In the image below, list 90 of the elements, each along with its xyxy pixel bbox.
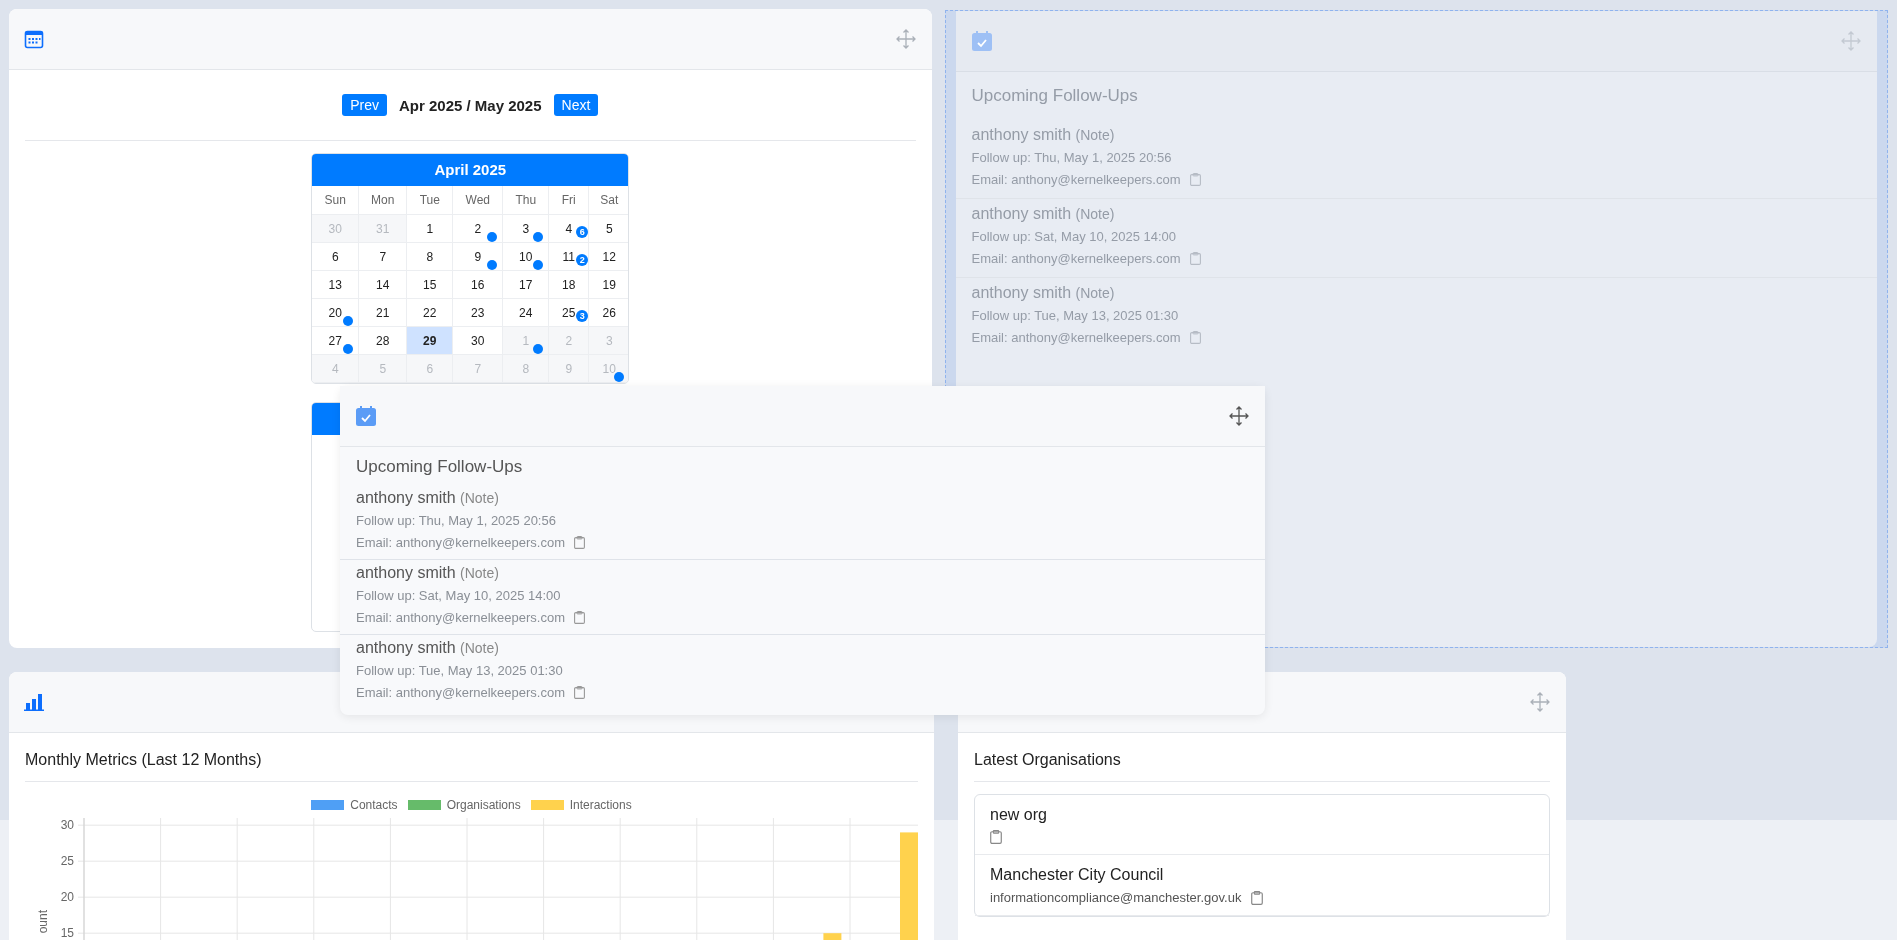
weekday-header: Tue xyxy=(407,186,454,215)
calendar-day[interactable]: 4 6 xyxy=(549,215,590,243)
email-text: Email: anthony@kernelkeepers.com xyxy=(356,685,565,700)
organisation-name[interactable]: Manchester City Council xyxy=(990,866,1534,884)
event-dot xyxy=(487,232,498,242)
event-dot xyxy=(533,232,544,242)
calendar-day[interactable]: 12 xyxy=(589,243,629,271)
calendar-day[interactable]: 6 xyxy=(312,243,360,271)
calendar-range-title: Apr 2025 / May 2025 xyxy=(398,96,542,114)
calendar-day[interactable]: 1 xyxy=(407,215,454,243)
calendar-day[interactable]: 14 xyxy=(359,271,408,299)
clipboard-icon[interactable] xyxy=(1189,331,1201,344)
clipboard-icon[interactable] xyxy=(1189,173,1201,186)
follow-up-date: Follow up: Tue, May 13, 2025 01:30 xyxy=(971,308,1180,323)
event-dot xyxy=(533,260,544,270)
event-dot xyxy=(614,372,625,382)
section-title: Latest Organisations xyxy=(974,750,1122,770)
legend-label: Contacts xyxy=(350,798,398,812)
email-text: informationcompliance@manchester.gov.uk xyxy=(990,890,1242,905)
follow-up-date: Follow up: Tue, May 13, 2025 01:30 xyxy=(356,663,564,678)
weekday-header: Wed xyxy=(453,186,504,215)
contact-name: anthony smith (Note) xyxy=(356,639,500,657)
calendar-check-icon xyxy=(355,405,377,427)
follow-up-date: Follow up: Sat, May 10, 2025 14:00 xyxy=(971,229,1177,244)
calendar-day[interactable]: 18 xyxy=(549,271,590,299)
calendar-day[interactable]: 19 xyxy=(589,271,629,299)
calendar-day[interactable]: 7 xyxy=(359,243,408,271)
event-count-badge: 2 xyxy=(576,254,589,266)
axis-tick-label: 15 xyxy=(60,926,74,940)
section-title: Upcoming Follow-Ups xyxy=(970,85,1139,107)
calendar-day[interactable]: 13 xyxy=(312,271,360,299)
contact-name: anthony smith (Note) xyxy=(971,284,1116,302)
month-title: April 2025 xyxy=(312,154,629,186)
contact-name: anthony smith (Note) xyxy=(971,205,1116,223)
axis-title: ount xyxy=(36,910,50,934)
clipboard-icon[interactable] xyxy=(574,611,585,624)
event-dot xyxy=(533,344,544,354)
calendar-day[interactable]: 9 xyxy=(453,243,504,271)
event-count-badge: 6 xyxy=(576,226,589,238)
follow-up-date: Follow up: Thu, May 1, 2025 20:56 xyxy=(971,150,1173,165)
axis-tick-label: 20 xyxy=(60,890,74,905)
clipboard-icon[interactable] xyxy=(574,536,585,549)
email-text: Email: anthony@kernelkeepers.com xyxy=(971,330,1181,345)
weekday-header: Fri xyxy=(549,186,590,215)
section-title: Upcoming Follow-Ups xyxy=(355,456,524,478)
clipboard-icon[interactable] xyxy=(574,686,585,699)
axis-tick-label: 30 xyxy=(60,818,74,833)
calendar-day[interactable]: 16 xyxy=(453,271,504,299)
weekday-header: Thu xyxy=(503,186,550,215)
legend-label: Interactions xyxy=(569,798,632,812)
clipboard-icon[interactable] xyxy=(1189,252,1201,265)
calendar-day[interactable]: 5 xyxy=(589,215,629,243)
calendar-day[interactable]: 29 xyxy=(407,327,454,355)
follow-up-date: Follow up: Sat, May 10, 2025 14:00 xyxy=(356,588,562,603)
event-dot xyxy=(487,260,498,270)
event-dot xyxy=(343,344,354,354)
axis-tick-label: 25 xyxy=(60,854,74,869)
weekday-header: Sat xyxy=(589,186,629,215)
event-dot xyxy=(343,316,354,326)
prev-button[interactable]: Prev xyxy=(342,94,387,116)
bar-chart-icon xyxy=(24,693,44,711)
calendar-day[interactable]: 11 2 xyxy=(549,243,590,271)
event-count-badge: 3 xyxy=(576,310,589,322)
email-text: Email: anthony@kernelkeepers.com xyxy=(356,535,565,550)
calendar-day[interactable]: 21 xyxy=(359,299,408,327)
next-button[interactable]: Next xyxy=(553,94,599,116)
email-text: Email: anthony@kernelkeepers.com xyxy=(356,610,565,625)
contact-name: anthony smith (Note) xyxy=(356,489,500,507)
calendar-day[interactable]: 15 xyxy=(407,271,454,299)
follow-up-date: Follow up: Thu, May 1, 2025 20:56 xyxy=(356,513,557,528)
calendar-day[interactable]: 2 xyxy=(453,215,504,243)
calendar-day[interactable]: 20 xyxy=(312,299,360,327)
legend-label: Organisations xyxy=(446,798,521,812)
calendar-day[interactable]: 17 xyxy=(503,271,550,299)
email-text: Email: anthony@kernelkeepers.com xyxy=(971,172,1181,187)
calendar-day[interactable]: 10 xyxy=(503,243,550,271)
calendar-icon xyxy=(24,29,44,49)
calendar-day[interactable]: 8 xyxy=(407,243,454,271)
calendar-day[interactable]: 3 xyxy=(503,215,550,243)
clipboard-icon[interactable] xyxy=(1251,890,1264,905)
calendar-day[interactable]: 23 xyxy=(453,299,504,327)
organisation-name[interactable]: new org xyxy=(990,806,1534,824)
contact-name: anthony smith (Note) xyxy=(356,564,500,582)
move-icon[interactable] xyxy=(1229,406,1249,426)
bar xyxy=(823,933,842,940)
email-text: Email: anthony@kernelkeepers.com xyxy=(971,251,1181,266)
clipboard-icon[interactable] xyxy=(990,830,1002,844)
calendar-check-icon xyxy=(970,30,993,52)
contact-name: anthony smith (Note) xyxy=(971,126,1116,144)
chart-title: Monthly Metrics (Last 12 Months) xyxy=(25,750,263,770)
